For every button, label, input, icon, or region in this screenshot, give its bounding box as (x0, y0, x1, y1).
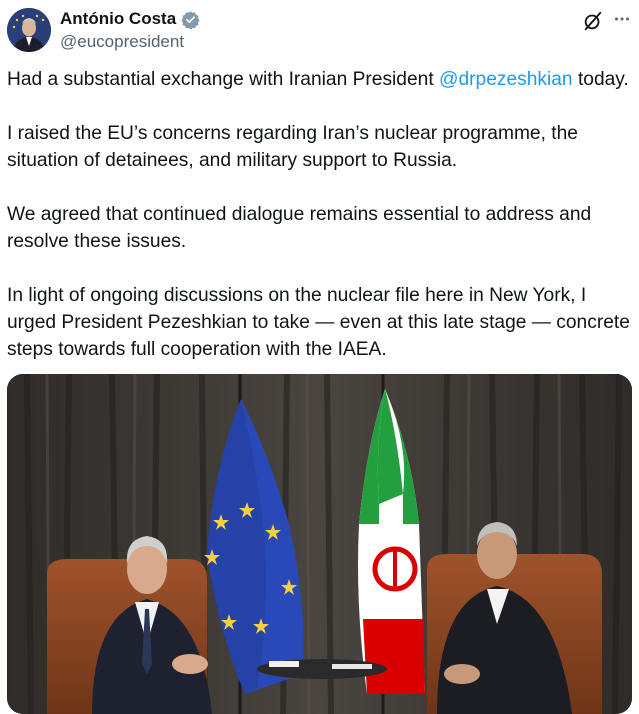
grok-icon[interactable] (582, 10, 604, 32)
tweet-text: Had a substantial exchange with Iranian … (7, 66, 632, 363)
meeting-photo (7, 374, 632, 714)
tweet-photo[interactable] (7, 374, 632, 714)
tweet-header: António Costa @eucopresident (0, 0, 639, 60)
author-display-name[interactable]: António Costa (60, 9, 176, 29)
tweet-paragraph-4: In light of ongoing discussions on the n… (7, 285, 630, 360)
tweet-text-segment: Had a substantial exchange with Iranian … (7, 69, 439, 90)
verified-badge-icon (181, 10, 200, 30)
avatar-photo (7, 8, 51, 52)
author-name-row[interactable]: António Costa (60, 9, 200, 30)
more-icon[interactable] (611, 8, 633, 30)
author-handle[interactable]: @eucopresident (60, 32, 184, 52)
tweet-paragraph-1: Had a substantial exchange with Iranian … (7, 66, 632, 93)
tweet-paragraph-3: We agreed that continued dialogue remain… (7, 204, 592, 252)
avatar[interactable] (7, 8, 51, 52)
mention-link[interactable]: @drpezeshkian (439, 69, 573, 90)
tweet-text-segment: today. (572, 69, 629, 90)
tweet-paragraph-2: I raised the EU’s concerns regarding Ira… (7, 123, 578, 171)
